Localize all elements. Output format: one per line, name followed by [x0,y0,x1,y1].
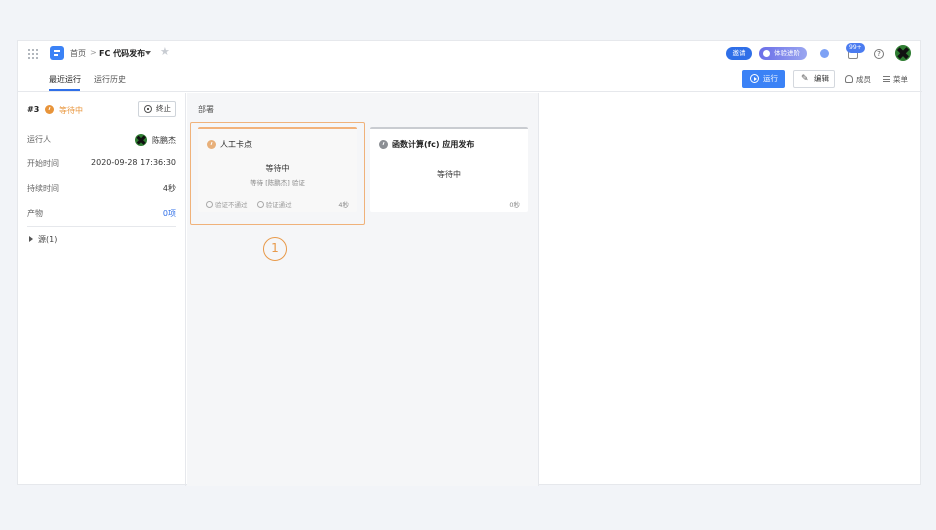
user-avatar[interactable] [895,45,911,61]
artifacts-label: 产物 [27,209,43,218]
waiting-status-icon [45,105,54,114]
divider [27,226,176,227]
run-button-label: 运行 [763,74,778,83]
reject-button[interactable]: 验证不通过 [206,201,248,209]
source-expander[interactable]: 源(1) [29,234,57,245]
tab-recent-runs[interactable]: 最近运行 [49,74,81,85]
job-duration: 0秒 [509,201,520,209]
edit-button[interactable]: ✎ 编辑 [793,70,835,88]
approve-label: 验证通过 [265,201,292,209]
help-icon[interactable]: ? [874,49,884,59]
source-label: 源(1) [38,235,58,244]
edit-button-label: 编辑 [814,74,829,83]
invite-button[interactable]: 邀请 [726,47,752,60]
tab-run-history[interactable]: 运行历史 [94,74,126,85]
start-time-value: 2020-09-28 17:36:30 [91,158,176,167]
start-time-label: 开始时间 [27,159,59,168]
run-status: 等待中 [59,106,83,115]
user-icon [845,75,853,83]
stop-button-label: 终止 [156,104,171,113]
job-state: 等待中 [265,164,290,173]
star-icon[interactable]: ★ [160,46,170,57]
members-button[interactable]: 成员 [845,74,871,85]
runner-avatar [135,134,147,146]
job-name: 函数计算(fc) 应用发布 [392,140,475,149]
chevron-down-icon[interactable] [145,51,151,55]
job-substatus: 等待 [陈鹏杰] 验证 [250,179,305,187]
run-info-panel: #3 等待中 终止 运行人 陈鹏杰 开始时间 2020-09-28 17:36:… [18,93,186,486]
stop-button[interactable]: 终止 [138,101,176,117]
waiting-status-icon [207,140,216,149]
menu-button[interactable]: 菜单 [883,74,908,85]
stop-icon [144,105,152,113]
run-number: #3 [27,105,40,114]
app-switch-icon[interactable] [820,49,829,58]
stage-title: 部署 [198,105,214,114]
job-actions: 验证不通过 验证通过 [206,199,292,209]
duration-value: 4秒 [162,184,176,193]
menu-label: 菜单 [893,75,908,84]
breadcrumb-separator: > [90,48,97,57]
play-circle-icon [256,201,264,208]
breadcrumb-home[interactable]: 首页 [70,48,86,59]
pencil-icon: ✎ [801,74,809,84]
tabs-bar: 最近运行 运行历史 运行 ✎ 编辑 成员 菜单 [18,67,922,92]
reject-label: 验证不通过 [215,201,248,209]
members-label: 成员 [856,75,871,84]
job-state: 等待中 [437,170,461,179]
callout-number: 1 [263,237,287,261]
run-button[interactable]: 运行 [742,70,785,88]
runner-label: 运行人 [27,135,51,144]
active-tab-indicator [49,89,80,91]
approve-button[interactable]: 验证通过 [256,201,292,209]
app-window: 首页 > FC 代码发布 ★ 邀请 体验进阶 99+ ? 最近运行 运行历史 运… [17,40,922,486]
artifacts-link[interactable]: 0项 [163,208,176,219]
pipeline-logo-icon [50,46,64,60]
pipeline-name[interactable]: FC 代码发布 [99,48,145,59]
caret-right-icon [29,236,33,242]
stage-deploy: 部署 人工卡点 等待中 等待 [陈鹏杰] 验证 验证不通过 验证通过 4秒 函数… [187,93,539,486]
menu-icon [883,76,890,82]
play-icon [750,74,759,83]
apps-grid-icon[interactable] [28,49,38,59]
notification-badge: 99+ [846,43,865,53]
waiting-status-icon [379,140,388,149]
top-bar: 首页 > FC 代码发布 ★ 邀请 体验进阶 99+ ? [18,41,922,67]
job-card-manual-gate[interactable]: 人工卡点 等待中 等待 [陈鹏杰] 验证 验证不通过 验证通过 4秒 [198,127,357,212]
job-duration: 4秒 [338,201,349,209]
try-advanced-button[interactable]: 体验进阶 [759,47,807,60]
job-card-fc-deploy[interactable]: 函数计算(fc) 应用发布 等待中 0秒 [370,127,528,212]
job-name: 人工卡点 [220,140,252,149]
duration-label: 持续时间 [27,184,59,193]
runner-name: 陈鹏杰 [152,136,176,145]
play-circle-icon [206,201,213,208]
